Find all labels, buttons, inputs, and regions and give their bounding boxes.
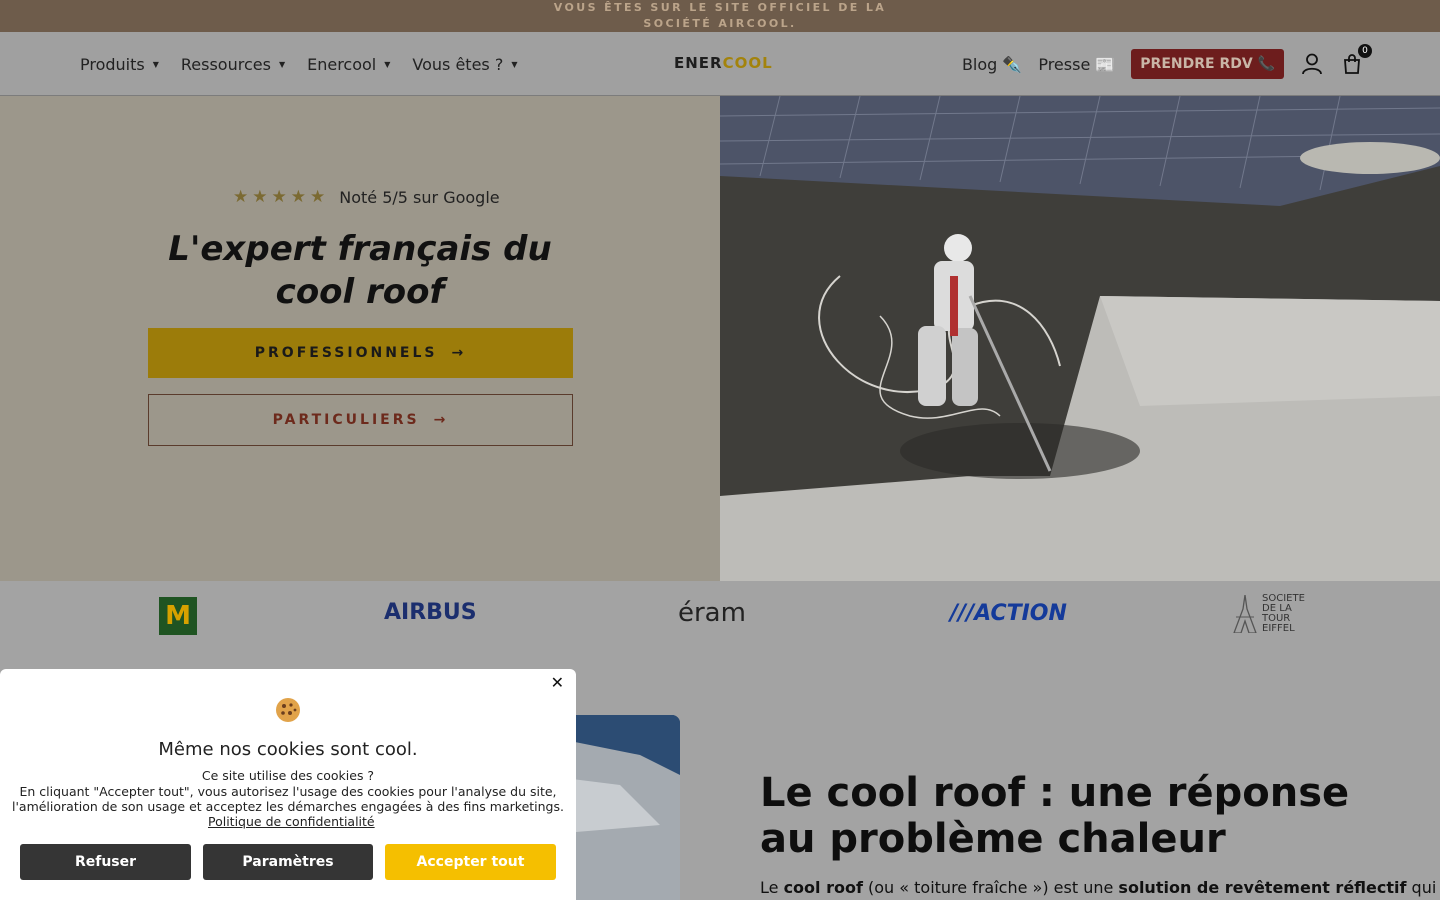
chevron-down-icon: ▼ (384, 59, 391, 69)
blog-link[interactable]: Blog ✒️ (962, 55, 1022, 74)
eram-logo: éram (678, 598, 746, 628)
professionnels-label: PROFESSIONNELS (254, 345, 438, 361)
cookie-icon (274, 696, 302, 728)
cart-count-badge: 0 (1358, 44, 1372, 58)
close-icon[interactable]: ✕ (551, 673, 564, 692)
star-icon: ★ (252, 187, 268, 207)
airbus-logo: AIRBUS (384, 600, 477, 625)
chevron-down-icon: ▼ (511, 59, 518, 69)
top-banner: Vous êtes sur le site officiel de la soc… (0, 0, 1440, 32)
cart-icon[interactable]: 0 (1340, 44, 1372, 76)
site-logo[interactable]: ENERCOOL (674, 54, 773, 72)
refuse-cookies-button[interactable]: Refuser (20, 844, 191, 880)
text-suffix: qui (1406, 878, 1437, 897)
header-actions: Blog ✒️ Presse 📰 PRENDRE RDV 📞 0 (962, 32, 1372, 96)
privacy-policy-link[interactable]: Politique de confidentialité (208, 814, 375, 829)
main-nav: Produits ▼ Ressources ▼ Enercool ▼ Vous … (80, 32, 517, 96)
logo-part-ener: ENER (674, 54, 723, 72)
cookie-description: Ce site utilise des cookies ? En cliquan… (0, 768, 576, 815)
text-prefix: Le (760, 878, 784, 897)
tour-eiffel-text: SOCIETE DE LA TOUR EIFFEL (1262, 593, 1305, 634)
nav-item-produits[interactable]: Produits ▼ (80, 55, 159, 74)
particuliers-button[interactable]: PARTICULIERS → (148, 394, 573, 446)
top-banner-text: Vous êtes sur le site officiel de la soc… (553, 1, 887, 30)
tour-eiffel-logo: SOCIETE DE LA TOUR EIFFEL (1232, 594, 1322, 634)
user-icon[interactable] (1300, 52, 1324, 76)
section-title: Le cool roof : une réponse au problème c… (760, 770, 1350, 862)
professionnels-button[interactable]: PROFESSIONNELS → (148, 328, 573, 378)
arrow-right-icon: → (433, 412, 449, 428)
logo-part-cool: COOL (722, 54, 773, 72)
particuliers-label: PARTICULIERS (272, 412, 420, 428)
star-icon: ★ (271, 187, 287, 207)
text-bold-solution: solution de revêtement réflectif (1118, 878, 1407, 897)
arrow-right-icon: → (451, 345, 467, 361)
action-logo: ///ACTION (950, 601, 1067, 626)
star-icon: ★ (233, 187, 249, 207)
hero-image (720, 96, 1440, 581)
section-text: Le cool roof (ou « toiture fraîche ») es… (760, 877, 1436, 899)
text-bold-cool-roof: cool roof (783, 878, 863, 897)
text-mid: (ou « toiture fraîche ») est une (862, 878, 1119, 897)
star-icon: ★ (290, 187, 306, 207)
nav-item-label: Vous êtes ? (412, 54, 504, 74)
eiffel-tower-icon (1233, 595, 1257, 633)
cookie-body: En cliquant "Accepter tout", vous autori… (12, 783, 564, 815)
nav-item-enercool[interactable]: Enercool ▼ (307, 55, 390, 74)
cookie-question: Ce site utilise des cookies ? (201, 768, 375, 783)
chevron-down-icon: ▼ (278, 59, 286, 69)
star-icon: ★ (310, 187, 326, 207)
chevron-down-icon: ▼ (152, 59, 159, 69)
presse-link[interactable]: Presse 📰 (1038, 55, 1115, 74)
hero-title: L'expert français du cool roof (168, 229, 552, 312)
nav-item-label: Ressources (180, 54, 271, 74)
nav-item-label: Enercool (307, 54, 377, 74)
prendre-rdv-button[interactable]: PRENDRE RDV 📞 (1131, 49, 1284, 79)
accept-all-cookies-button[interactable]: Accepter tout (385, 844, 556, 880)
rating-text: Noté 5/5 sur Google (339, 187, 500, 207)
mcdonalds-logo: M (159, 597, 197, 635)
cookie-title: Même nos cookies sont cool. (158, 739, 418, 760)
cookie-settings-button[interactable]: Paramètres (203, 844, 373, 880)
site-header: Produits ▼ Ressources ▼ Enercool ▼ Vous … (0, 32, 1440, 96)
google-rating: ★ ★ ★ ★ ★ Noté 5/5 sur Google (233, 187, 500, 207)
nav-item-vous-etes[interactable]: Vous êtes ? ▼ (412, 55, 517, 74)
nav-item-ressources[interactable]: Ressources ▼ (181, 55, 285, 74)
nav-item-label: Produits (80, 54, 145, 74)
